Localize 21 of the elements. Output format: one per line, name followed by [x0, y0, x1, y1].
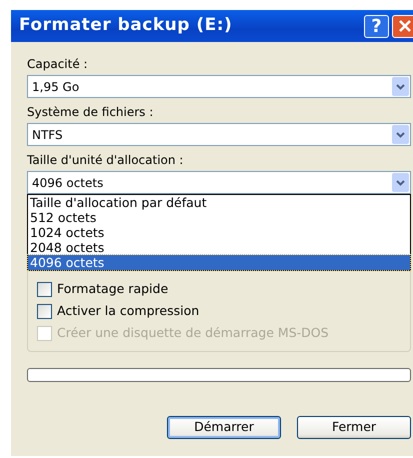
close-button[interactable]	[392, 14, 413, 38]
checkbox[interactable]	[37, 304, 52, 318]
checkbox-label: Créer une disquette de démarrage MS-DOS	[57, 324, 329, 342]
checkbox[interactable]	[37, 282, 52, 296]
dialog-button[interactable]: Démarrer	[167, 416, 281, 439]
dropdown-option[interactable]: 1024 octets	[28, 225, 410, 240]
field-label: Capacité :	[27, 56, 89, 72]
dropdown-option[interactable]: 512 octets	[28, 210, 410, 225]
field-label: Système de fichiers :	[27, 104, 154, 120]
dropdown-option[interactable]: 2048 octets	[28, 240, 410, 255]
dropdown-field[interactable]: 1,95 Go	[27, 75, 411, 98]
dropdown-field[interactable]: NTFS	[27, 123, 411, 146]
help-button[interactable]: ?	[364, 14, 389, 38]
dialog-button[interactable]: Fermer	[297, 416, 411, 439]
field-label: Taille d'unité d'allocation :	[27, 152, 184, 168]
dropdown-option[interactable]: Taille d'allocation par défaut	[28, 195, 410, 210]
window-title: Formater backup (E:)	[19, 14, 234, 38]
checkbox-label: Activer la compression	[57, 302, 200, 320]
close-icon	[398, 19, 412, 33]
dropdown-option[interactable]: 4096 octets	[28, 255, 410, 270]
checkbox-label: Formatage rapide	[57, 280, 168, 298]
